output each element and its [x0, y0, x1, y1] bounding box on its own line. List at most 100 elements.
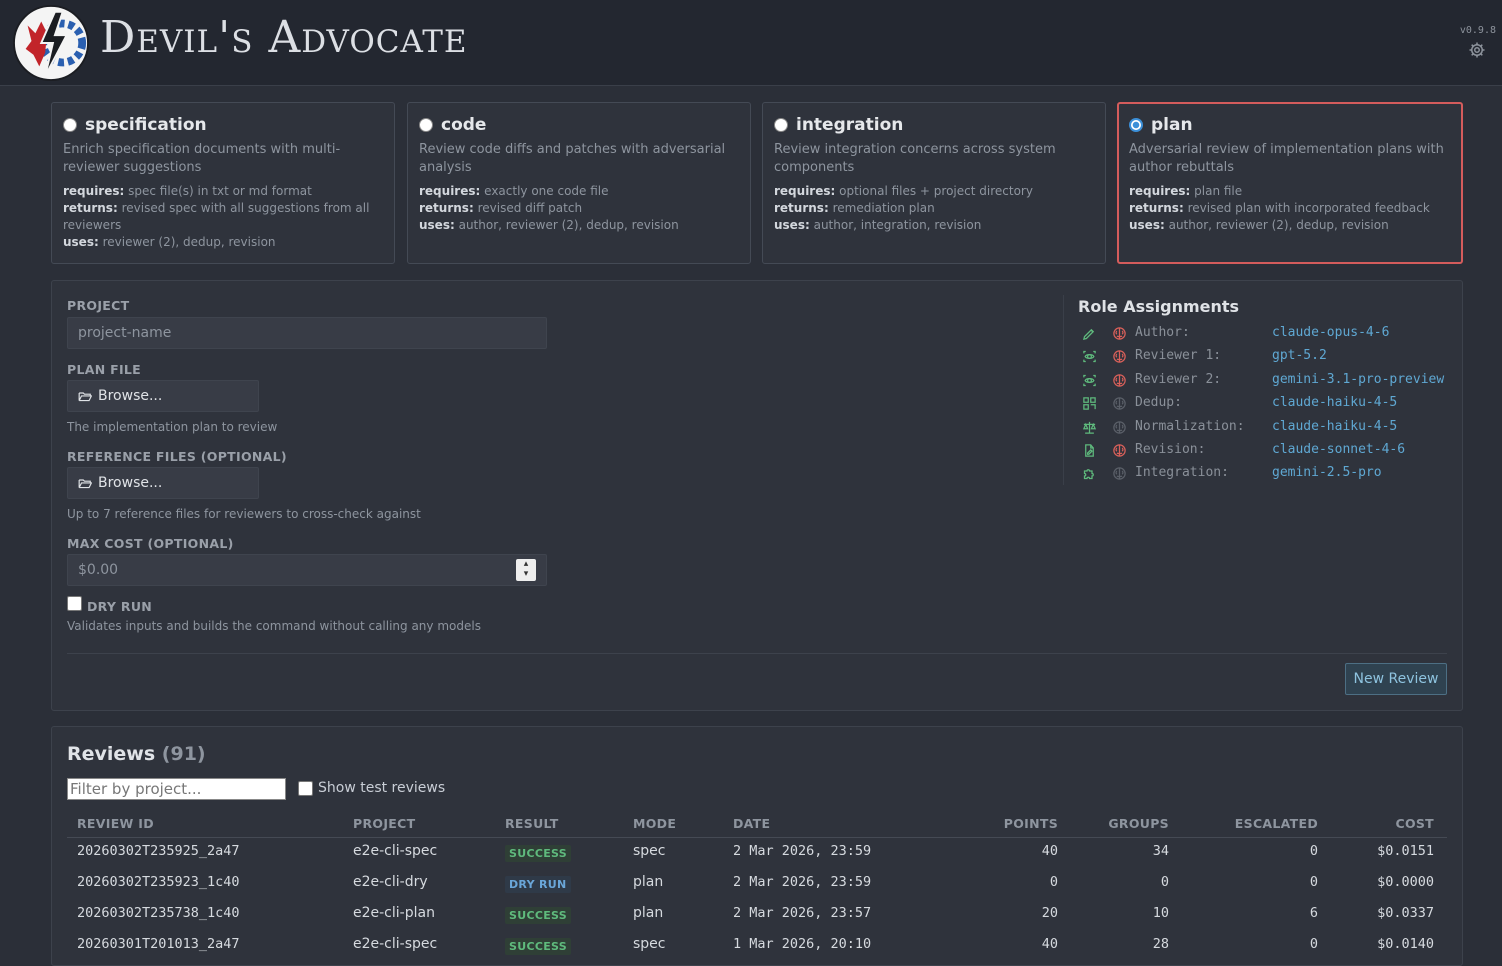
review-mode: plan: [633, 874, 664, 890]
new-review-form: PROJECT project-name PLAN FILE Browse...…: [51, 280, 1463, 711]
max-cost-input[interactable]: $0.00 ▴ ▾: [67, 554, 547, 586]
brain-icon: [1113, 444, 1126, 457]
review-id[interactable]: 20260301T201013_2a47: [77, 936, 240, 952]
mode-requires: spec file(s) in txt or md format: [128, 184, 312, 198]
mode-uses: author, reviewer (2), dedup, revision: [1168, 218, 1389, 232]
show-test-reviews-label: Show test reviews: [318, 780, 446, 796]
mode-returns: revised plan with incorporated feedback: [1187, 201, 1430, 215]
review-mode: plan: [633, 905, 664, 921]
gear-icon[interactable]: [1468, 41, 1486, 59]
scale-icon: [1082, 421, 1097, 434]
filter-by-project-input[interactable]: Filter by project...: [67, 778, 286, 800]
mode-radio[interactable]: [63, 118, 77, 132]
role-row: Revision: claude-sonnet-4-6: [1078, 441, 1468, 464]
number-stepper[interactable]: ▴ ▾: [516, 559, 536, 581]
form-divider: [67, 653, 1447, 654]
role-row: Author: claude-opus-4-6: [1078, 324, 1468, 347]
new-review-button[interactable]: New Review: [1345, 663, 1447, 695]
table-row[interactable]: 20260302T235923_1c40 e2e-cli-dry DRY RUN pl…: [67, 869, 1447, 900]
review-project: e2e-cli-spec: [353, 936, 438, 952]
col-header-date[interactable]: DATE: [733, 816, 770, 831]
col-header-cost[interactable]: COST: [1362, 816, 1434, 831]
review-cost: $0.0000: [1377, 874, 1434, 890]
col-header-result[interactable]: RESULT: [505, 816, 559, 831]
role-assignments-title: Role Assignments: [1078, 297, 1240, 316]
grid-icon: [1083, 397, 1096, 410]
review-project: e2e-cli-spec: [353, 843, 438, 859]
review-escalated: 0: [1309, 936, 1318, 952]
mode-description: Review code diffs and patches with adver…: [419, 142, 726, 175]
role-model[interactable]: gemini-2.5-pro: [1272, 465, 1382, 480]
brain-icon: [1113, 397, 1126, 410]
role-model[interactable]: claude-haiku-4-5: [1272, 395, 1397, 410]
brain-icon: [1113, 420, 1126, 434]
brain-icon: [1113, 327, 1126, 340]
col-header-review-id[interactable]: REVIEW ID: [77, 816, 154, 831]
role-name: Normalization:: [1135, 418, 1245, 434]
project-label: PROJECT: [67, 298, 130, 313]
folder-open-icon: [78, 478, 92, 488]
uses-label: uses:: [419, 218, 455, 232]
requires-label: requires:: [1129, 184, 1191, 198]
mode-card-integration[interactable]: integration Review integration concerns …: [762, 102, 1106, 264]
reference-files-browse-button[interactable]: Browse...: [67, 467, 259, 499]
returns-label: returns:: [774, 201, 829, 215]
returns-label: returns:: [63, 201, 118, 215]
browse-label: Browse...: [98, 475, 163, 491]
pen-icon: [1083, 328, 1095, 340]
mode-card-plan[interactable]: plan Adversarial review of implementatio…: [1117, 102, 1463, 264]
show-test-reviews-checkbox[interactable]: [298, 781, 313, 796]
col-header-escalated[interactable]: ESCALATED: [1218, 816, 1318, 831]
uses-label: uses:: [774, 218, 810, 232]
dry-run-checkbox[interactable]: [67, 596, 82, 611]
app-title: Devil's Advocate: [100, 12, 468, 63]
role-name: Dedup:: [1135, 395, 1182, 411]
review-groups: 10: [1152, 905, 1169, 921]
plan-file-browse-button[interactable]: Browse...: [67, 380, 259, 412]
role-model[interactable]: claude-opus-4-6: [1272, 325, 1389, 340]
folder-open-icon: [78, 391, 92, 401]
mode-returns: revised diff patch: [477, 201, 583, 215]
project-input[interactable]: project-name: [67, 317, 547, 349]
role-model[interactable]: gpt-5.2: [1272, 348, 1327, 363]
mode-card-code[interactable]: code Review code diffs and patches with …: [407, 102, 751, 264]
dry-run-label: DRY RUN: [87, 599, 153, 614]
review-cost: $0.0140: [1377, 936, 1434, 952]
returns-label: returns:: [1129, 201, 1184, 215]
mode-card-specification[interactable]: specification Enrich specification docum…: [51, 102, 395, 264]
mode-uses: reviewer (2), dedup, revision: [102, 235, 276, 249]
reference-files-hint: Up to 7 reference files for reviewers to…: [67, 507, 421, 521]
reviews-heading: Reviews: [67, 743, 156, 765]
col-header-groups[interactable]: GROUPS: [1092, 816, 1169, 831]
review-project: e2e-cli-dry: [353, 874, 428, 890]
table-row[interactable]: 20260301T201013_2a47 e2e-cli-spec SUCCESS s…: [67, 931, 1447, 962]
table-row[interactable]: 20260302T235738_1c40 e2e-cli-plan SUCCESS p…: [67, 900, 1447, 931]
role-model[interactable]: claude-haiku-4-5: [1272, 419, 1397, 434]
review-id[interactable]: 20260302T235738_1c40: [77, 905, 240, 921]
review-groups: 0: [1160, 874, 1169, 890]
mode-radio[interactable]: [419, 118, 433, 132]
mode-uses: author, reviewer (2), dedup, revision: [458, 218, 679, 232]
mode-name: specification: [85, 115, 207, 135]
role-row: Reviewer 2: gemini-3.1-pro-preview: [1078, 371, 1468, 394]
plan-file-hint: The implementation plan to review: [67, 420, 278, 434]
review-escalated: 6: [1309, 905, 1318, 921]
mode-radio-selected[interactable]: [1129, 118, 1143, 132]
browse-label: Browse...: [98, 388, 163, 404]
reference-files-label: REFERENCE FILES (OPTIONAL): [67, 449, 287, 464]
mode-description: Enrich specification documents with mult…: [63, 142, 341, 175]
mode-requires: exactly one code file: [484, 184, 609, 198]
review-mode: spec: [633, 936, 666, 952]
col-header-points[interactable]: POINTS: [982, 816, 1058, 831]
col-header-mode[interactable]: MODE: [633, 816, 676, 831]
requires-label: requires:: [774, 184, 836, 198]
col-header-project[interactable]: PROJECT: [353, 816, 415, 831]
review-id[interactable]: 20260302T235923_1c40: [77, 874, 240, 890]
review-escalated: 0: [1309, 874, 1318, 890]
role-model[interactable]: gemini-3.1-pro-preview: [1272, 372, 1444, 387]
review-id[interactable]: 20260302T235925_2a47: [77, 843, 240, 859]
role-model[interactable]: claude-sonnet-4-6: [1272, 442, 1405, 457]
table-row[interactable]: 20260302T235925_2a47 e2e-cli-spec SUCCESS s…: [67, 838, 1447, 869]
role-row: Integration: gemini-2.5-pro: [1078, 464, 1468, 487]
mode-radio[interactable]: [774, 118, 788, 132]
